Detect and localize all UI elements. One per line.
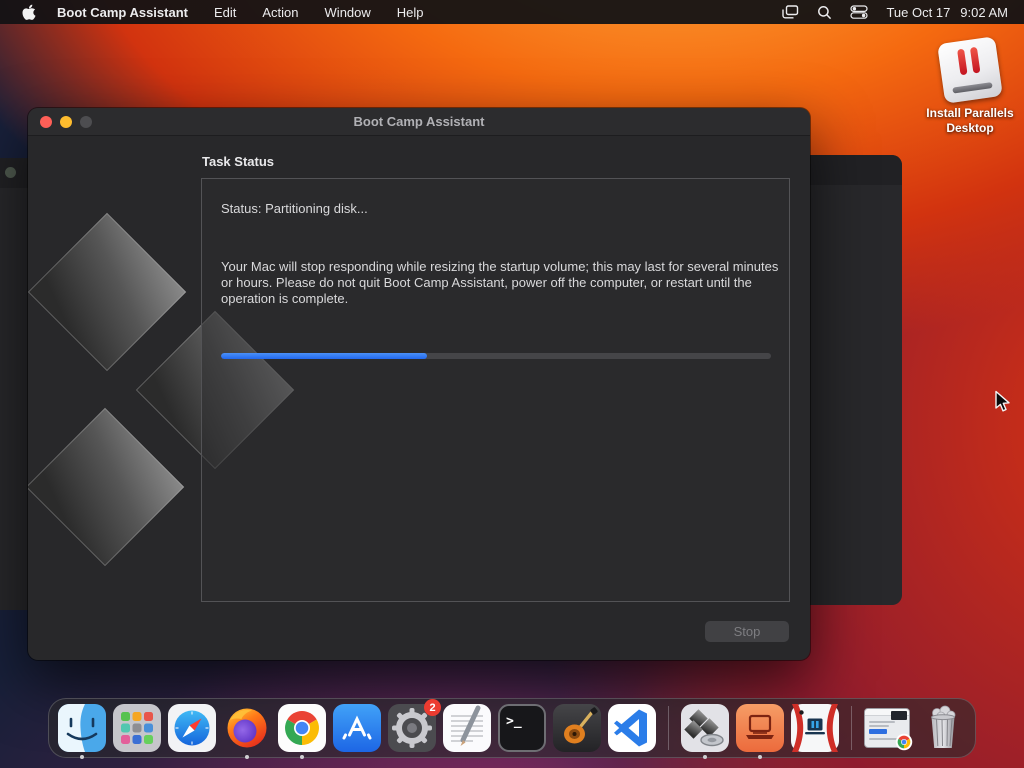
dock-separator (851, 706, 852, 750)
dock-item-boot-camp-assistant[interactable] (681, 704, 729, 752)
menu-action[interactable]: Action (249, 5, 311, 20)
chrome-icon (278, 704, 326, 752)
menu-bar: Boot Camp Assistant Edit Action Window H… (0, 0, 1024, 24)
progress-bar (221, 353, 771, 359)
parallels-installer-drive-icon (937, 36, 1003, 104)
menubar-clock[interactable]: Tue Oct 17 9:02 AM (886, 5, 1008, 20)
parallels-desktop-icon (791, 704, 839, 752)
menu-help[interactable]: Help (384, 5, 437, 20)
apple-icon (22, 4, 36, 20)
desktop-icon-install-parallels[interactable]: Install Parallels Desktop (914, 36, 1024, 136)
dock-item-finder[interactable] (58, 704, 106, 752)
window-titlebar[interactable]: Boot Camp Assistant (28, 108, 810, 136)
boot-camp-icon (681, 704, 729, 752)
firefox-icon (227, 708, 267, 748)
dock-item-minimized-window[interactable] (864, 704, 913, 752)
dim-traffic-light (5, 167, 16, 178)
garageband-icon (553, 704, 601, 752)
control-center-icon[interactable] (850, 5, 869, 19)
dock-item-launchpad[interactable] (113, 704, 161, 752)
zoom-button-disabled (80, 116, 92, 128)
background-window-left[interactable] (0, 158, 28, 610)
window-title: Boot Camp Assistant (353, 114, 485, 129)
chrome-badge-icon (895, 733, 913, 751)
desktop-icon-label: Install Parallels Desktop (926, 106, 1014, 135)
menu-edit[interactable]: Edit (201, 5, 249, 20)
task-status-panel: Status: Partitioning disk... Your Mac wi… (201, 178, 790, 602)
menubar-time: 9:02 AM (960, 4, 1008, 20)
desktop: Boot Camp Assistant Edit Action Window H… (0, 0, 1024, 768)
warning-text: Your Mac will stop responding while resi… (221, 259, 779, 306)
dock-item-vs-code[interactable] (608, 704, 656, 752)
textedit-icon (443, 704, 491, 752)
dock: 2 >_ (48, 698, 976, 758)
bootcamp-logo-diamond (28, 407, 185, 567)
settings-badge: 2 (424, 699, 441, 716)
background-window-right[interactable] (810, 155, 902, 605)
spotlight-search-icon[interactable] (817, 5, 832, 20)
dock-item-app-store[interactable] (333, 704, 381, 752)
bootcamp-assistant-window: Boot Camp Assistant Task Status Status: … (28, 108, 810, 660)
apple-menu[interactable] (14, 4, 44, 20)
task-status-heading: Task Status (202, 154, 275, 169)
menubar-app-name[interactable]: Boot Camp Assistant (44, 5, 201, 20)
parallels-installer-icon (736, 704, 784, 752)
dock-item-garageband[interactable] (553, 704, 601, 752)
trash-full-icon (931, 705, 956, 748)
dock-item-system-settings[interactable]: 2 (388, 699, 441, 752)
dock-item-parallels-desktop[interactable] (791, 704, 839, 752)
svg-text:>_: >_ (506, 714, 522, 729)
menu-window[interactable]: Window (312, 5, 384, 20)
progress-fill (221, 353, 428, 359)
windows-stack-icon[interactable] (782, 5, 799, 19)
background-window-left-titlebar (0, 158, 28, 188)
minimize-button[interactable] (60, 116, 72, 128)
dock-item-firefox[interactable] (223, 704, 271, 752)
minimized-window-thumbnail (864, 708, 913, 751)
safari-icon (168, 704, 216, 752)
app-store-icon (333, 704, 381, 752)
bootcamp-logo-diamond (28, 212, 187, 372)
mouse-cursor (995, 390, 1010, 412)
dock-separator (668, 706, 669, 750)
status-text: Status: Partitioning disk... (221, 201, 368, 216)
menubar-date: Tue Oct 17 (886, 4, 951, 20)
dock-item-safari[interactable] (168, 704, 216, 752)
dock-item-trash[interactable] (919, 704, 967, 752)
vs-code-icon (608, 704, 656, 752)
launchpad-icon (113, 704, 161, 752)
dock-item-textedit[interactable] (443, 704, 491, 752)
close-button[interactable] (40, 116, 52, 128)
dock-item-parallels-installer[interactable] (736, 704, 784, 752)
dock-item-google-chrome[interactable] (278, 704, 326, 752)
terminal-icon: >_ (498, 704, 546, 752)
stop-button[interactable]: Stop (705, 621, 789, 642)
background-window-right-titlebar (810, 155, 902, 185)
dock-item-terminal[interactable]: >_ (498, 704, 546, 752)
finder-icon (58, 704, 106, 752)
